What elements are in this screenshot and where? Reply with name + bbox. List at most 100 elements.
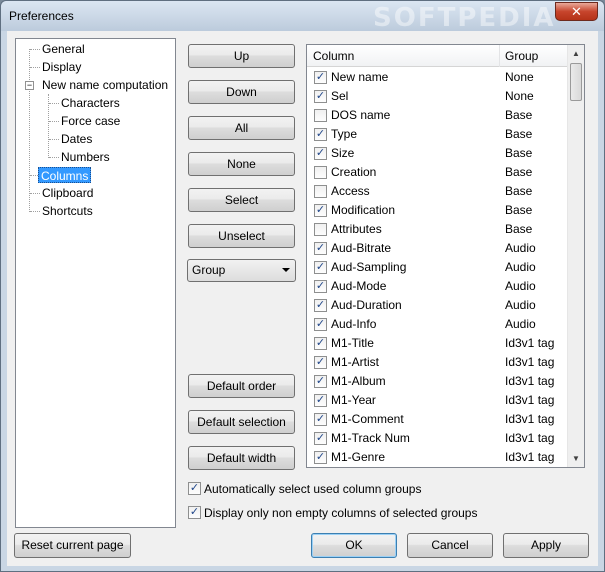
default-order-button[interactable]: Default order (188, 374, 295, 398)
none-button[interactable]: None (188, 152, 295, 176)
list-row[interactable]: DOS name Base (307, 106, 568, 125)
tree-connector (30, 211, 40, 212)
row-group-name: Audio (505, 241, 536, 255)
close-icon: ✕ (571, 4, 582, 19)
tree-connector (30, 67, 40, 68)
row-group-name: Base (505, 146, 533, 160)
row-checkbox[interactable]: ✓ (314, 261, 327, 274)
row-checkbox[interactable]: ✓ (314, 71, 327, 84)
row-column-name: M1-Year (331, 393, 376, 407)
default-width-button[interactable]: Default width (188, 446, 295, 470)
row-group-name: Base (505, 203, 533, 217)
list-row[interactable]: ✓ M1-Year Id3v1 tag (307, 391, 568, 410)
tree-item-new-name-computation[interactable]: New name computation (40, 77, 170, 93)
row-checkbox[interactable] (314, 223, 327, 236)
tree-item-general[interactable]: General (40, 41, 87, 57)
list-row[interactable]: ✓ M1-Artist Id3v1 tag (307, 353, 568, 372)
tree-item-columns[interactable]: Columns (38, 167, 92, 183)
row-checkbox[interactable]: ✓ (314, 128, 327, 141)
down-button[interactable]: Down (188, 80, 295, 104)
row-column-name: M1-Genre (331, 450, 386, 464)
column-header-column[interactable]: Column (307, 45, 499, 67)
row-checkbox[interactable] (314, 109, 327, 122)
tree-item-clipboard[interactable]: Clipboard (40, 185, 95, 201)
list-row[interactable]: ✓ Aud-Duration Audio (307, 296, 568, 315)
list-row[interactable]: Attributes Base (307, 220, 568, 239)
row-checkbox[interactable]: ✓ (314, 375, 327, 388)
row-checkbox[interactable]: ✓ (314, 337, 327, 350)
list-row[interactable]: ✓ Aud-Sampling Audio (307, 258, 568, 277)
list-row[interactable]: ✓ Modification Base (307, 201, 568, 220)
row-checkbox[interactable]: ✓ (314, 394, 327, 407)
row-column-name: Aud-Info (331, 317, 377, 331)
list-row[interactable]: ✓ Size Base (307, 144, 568, 163)
tree-item-shortcuts[interactable]: Shortcuts (40, 203, 95, 219)
row-group-name: Id3v1 tag (505, 374, 555, 388)
row-checkbox[interactable]: ✓ (314, 413, 327, 426)
list-row[interactable]: ✓ M1-Comment Id3v1 tag (307, 410, 568, 429)
title-bar[interactable]: Preferences SOFTPEDIA ✕ (1, 1, 604, 33)
row-column-name: Sel (331, 89, 349, 103)
row-column-name: Aud-Mode (331, 279, 387, 293)
tree-item-dates[interactable]: Dates (59, 131, 94, 147)
row-checkbox[interactable]: ✓ (314, 204, 327, 217)
list-row[interactable]: ✓ M1-Title Id3v1 tag (307, 334, 568, 353)
non-empty-checkbox[interactable]: ✓ (188, 506, 201, 519)
row-checkbox[interactable]: ✓ (314, 299, 327, 312)
row-checkbox[interactable]: ✓ (314, 451, 327, 464)
row-checkbox[interactable]: ✓ (314, 318, 327, 331)
unselect-button[interactable]: Unselect (188, 224, 295, 248)
list-row[interactable]: Access Base (307, 182, 568, 201)
row-group-name: Base (505, 222, 533, 236)
list-row[interactable]: ✓ M1-Genre Id3v1 tag (307, 448, 568, 467)
apply-button[interactable]: Apply (503, 533, 589, 558)
list-row[interactable]: ✓ New name None (307, 68, 568, 87)
row-checkbox[interactable] (314, 166, 327, 179)
default-selection-button[interactable]: Default selection (188, 410, 295, 434)
list-row[interactable]: ✓ Aud-Info Audio (307, 315, 568, 334)
row-column-name: Modification (331, 203, 396, 217)
row-checkbox[interactable]: ✓ (314, 90, 327, 103)
close-button[interactable]: ✕ (555, 2, 598, 21)
row-checkbox[interactable]: ✓ (314, 432, 327, 445)
cancel-button[interactable]: Cancel (407, 533, 493, 558)
row-checkbox[interactable] (314, 185, 327, 198)
tree-item-force-case[interactable]: Force case (59, 113, 122, 129)
list-row[interactable]: ✓ Aud-Mode Audio (307, 277, 568, 296)
vertical-scrollbar[interactable]: ▲ ▼ (567, 45, 584, 467)
dialog-body: General Display − New name computation C… (7, 31, 598, 566)
scroll-up-icon[interactable]: ▲ (568, 45, 584, 62)
list-row[interactable]: Creation Base (307, 163, 568, 182)
up-button[interactable]: Up (188, 44, 295, 68)
tree-connector (49, 139, 59, 140)
reset-current-page-button[interactable]: Reset current page (14, 533, 131, 558)
ok-button[interactable]: OK (311, 533, 397, 558)
tree-item-display[interactable]: Display (40, 59, 83, 75)
row-group-name: Id3v1 tag (505, 412, 555, 426)
row-group-name: Base (505, 165, 533, 179)
scroll-thumb[interactable] (570, 63, 582, 101)
tree-item-characters[interactable]: Characters (59, 95, 122, 111)
collapse-icon[interactable]: − (25, 81, 34, 90)
group-dropdown-value: Group (192, 263, 226, 277)
auto-select-checkbox[interactable]: ✓ (188, 482, 201, 495)
list-row[interactable]: ✓ Aud-Bitrate Audio (307, 239, 568, 258)
list-row[interactable]: ✓ Type Base (307, 125, 568, 144)
list-row[interactable]: ✓ M1-Album Id3v1 tag (307, 372, 568, 391)
scroll-down-icon[interactable]: ▼ (568, 450, 584, 467)
non-empty-label: Display only non empty columns of select… (204, 506, 478, 520)
tree-connector (30, 49, 40, 50)
all-button[interactable]: All (188, 116, 295, 140)
group-dropdown[interactable]: Group (187, 259, 296, 282)
row-checkbox[interactable]: ✓ (314, 242, 327, 255)
row-checkbox[interactable]: ✓ (314, 356, 327, 369)
select-button[interactable]: Select (188, 188, 295, 212)
row-group-name: None (505, 70, 534, 84)
column-header-group[interactable]: Group (499, 45, 568, 67)
tree-item-numbers[interactable]: Numbers (59, 149, 112, 165)
row-checkbox[interactable]: ✓ (314, 147, 327, 160)
list-row[interactable]: ✓ M1-Track Num Id3v1 tag (307, 429, 568, 448)
row-checkbox[interactable]: ✓ (314, 280, 327, 293)
row-column-name: Type (331, 127, 358, 141)
list-row[interactable]: ✓ Sel None (307, 87, 568, 106)
